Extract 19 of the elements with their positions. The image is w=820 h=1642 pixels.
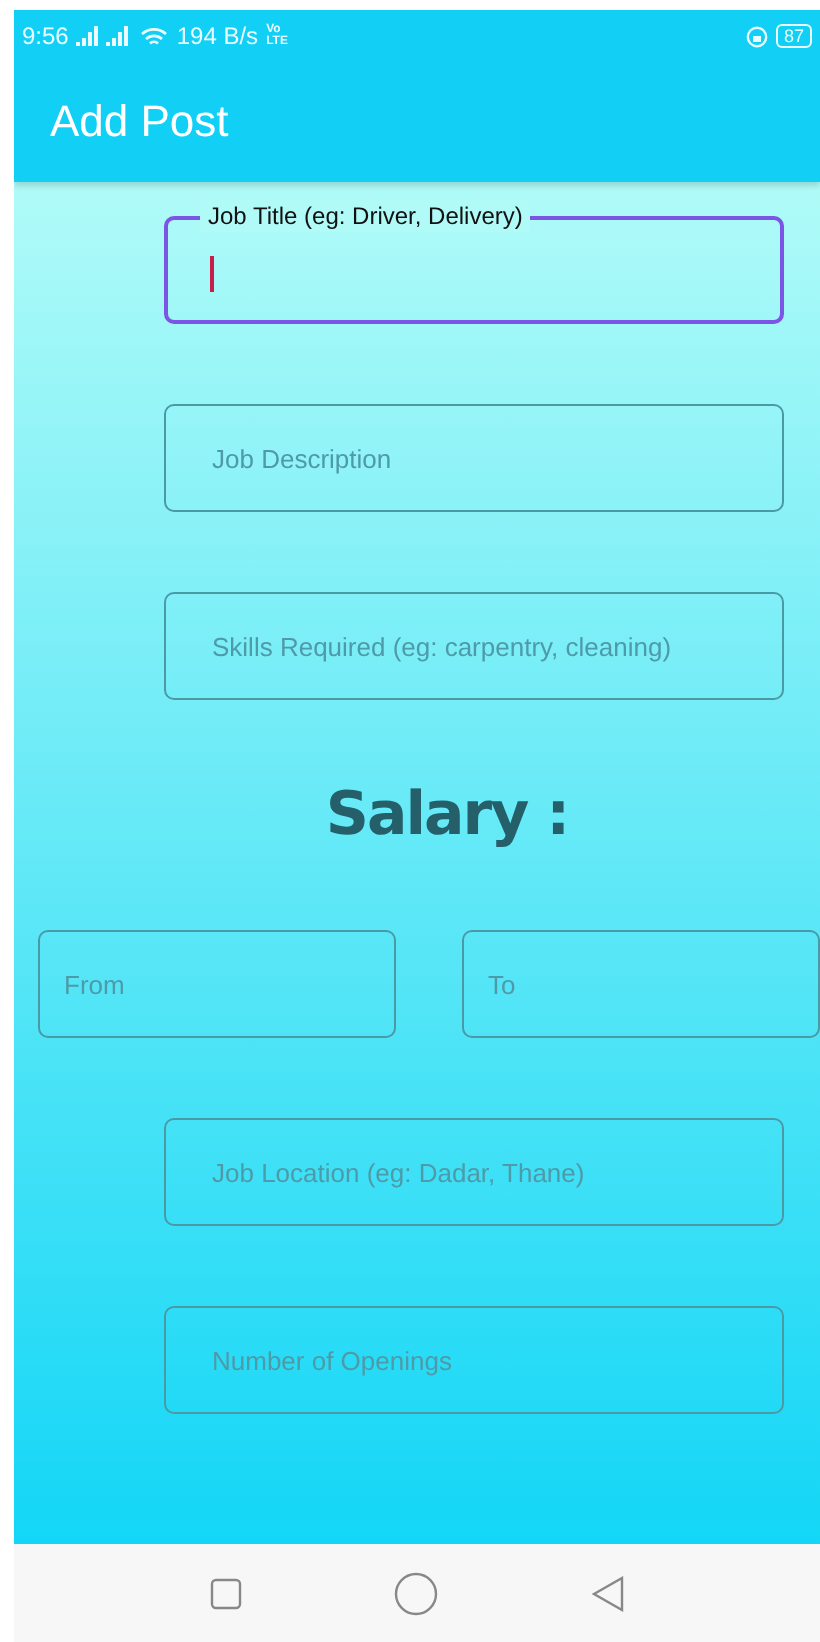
page-title: Add Post (50, 96, 229, 148)
input-field[interactable]: Job Description (164, 404, 784, 512)
recents-icon[interactable] (210, 1577, 243, 1609)
signal-icon (76, 26, 133, 46)
clock: 9:56 (22, 22, 69, 50)
input-field[interactable]: Number of Openings (164, 1306, 784, 1414)
rotation-lock-icon (745, 25, 768, 47)
text-cursor (210, 256, 214, 292)
input-field[interactable]: Job Location (eg: Dadar, Thane) (164, 1118, 784, 1226)
input-field[interactable]: From (38, 930, 396, 1038)
home-icon[interactable] (394, 1571, 439, 1615)
input-field[interactable]: Skills Required (eg: carpentry, cleaning) (164, 592, 784, 700)
back-icon[interactable] (591, 1575, 624, 1611)
wifi-icon (140, 25, 169, 47)
input-field[interactable]: To (462, 930, 820, 1038)
network-speed: 194 B/s (176, 22, 259, 50)
battery-level: 87 (775, 24, 812, 48)
input-field[interactable]: Job Title (eg: Driver, Delivery) (164, 200, 784, 324)
salary-heading: Salary : (323, 780, 571, 850)
